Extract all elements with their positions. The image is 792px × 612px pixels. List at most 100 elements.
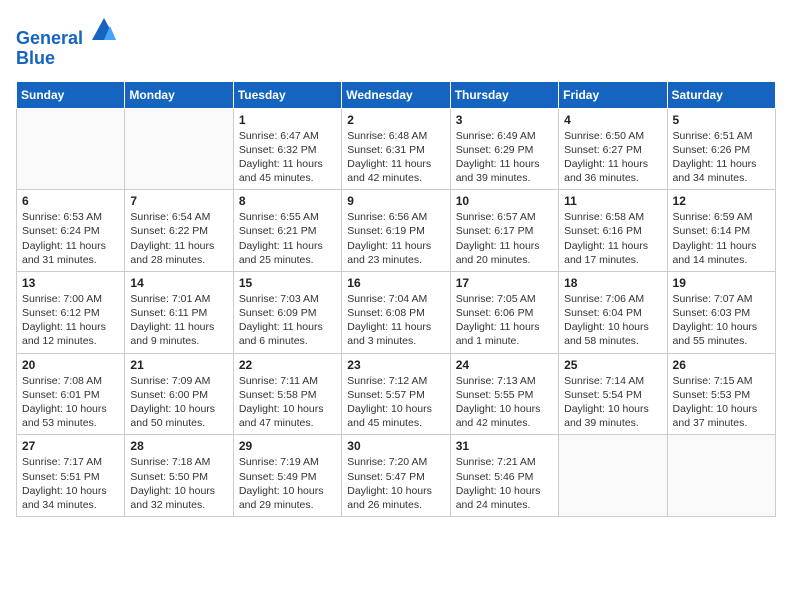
day-info: Sunrise: 6:51 AM Sunset: 6:26 PM Dayligh… bbox=[673, 129, 770, 186]
day-info: Sunrise: 7:21 AM Sunset: 5:46 PM Dayligh… bbox=[456, 455, 553, 512]
day-number: 3 bbox=[456, 113, 553, 127]
calendar-cell: 31 Sunrise: 7:21 AM Sunset: 5:46 PM Dayli… bbox=[450, 435, 558, 517]
day-header-friday: Friday bbox=[559, 81, 667, 108]
day-number: 1 bbox=[239, 113, 336, 127]
day-info: Sunrise: 6:58 AM Sunset: 6:16 PM Dayligh… bbox=[564, 210, 661, 267]
day-number: 23 bbox=[347, 358, 444, 372]
day-info: Sunrise: 7:03 AM Sunset: 6:09 PM Dayligh… bbox=[239, 292, 336, 349]
day-number: 29 bbox=[239, 439, 336, 453]
day-info: Sunrise: 7:08 AM Sunset: 6:01 PM Dayligh… bbox=[22, 374, 119, 431]
day-number: 30 bbox=[347, 439, 444, 453]
calendar-cell: 2 Sunrise: 6:48 AM Sunset: 6:31 PM Daylig… bbox=[342, 108, 450, 190]
day-number: 12 bbox=[673, 194, 770, 208]
day-number: 20 bbox=[22, 358, 119, 372]
calendar-cell: 3 Sunrise: 6:49 AM Sunset: 6:29 PM Daylig… bbox=[450, 108, 558, 190]
day-info: Sunrise: 6:55 AM Sunset: 6:21 PM Dayligh… bbox=[239, 210, 336, 267]
day-info: Sunrise: 6:54 AM Sunset: 6:22 PM Dayligh… bbox=[130, 210, 227, 267]
day-number: 21 bbox=[130, 358, 227, 372]
day-number: 14 bbox=[130, 276, 227, 290]
calendar-cell: 15 Sunrise: 7:03 AM Sunset: 6:09 PM Dayli… bbox=[233, 271, 341, 353]
calendar-cell: 22 Sunrise: 7:11 AM Sunset: 5:58 PM Dayli… bbox=[233, 353, 341, 435]
calendar-cell: 9 Sunrise: 6:56 AM Sunset: 6:19 PM Daylig… bbox=[342, 190, 450, 272]
calendar-table: SundayMondayTuesdayWednesdayThursdayFrid… bbox=[16, 81, 776, 517]
day-header-saturday: Saturday bbox=[667, 81, 775, 108]
calendar-cell: 18 Sunrise: 7:06 AM Sunset: 6:04 PM Dayli… bbox=[559, 271, 667, 353]
day-header-sunday: Sunday bbox=[17, 81, 125, 108]
day-number: 31 bbox=[456, 439, 553, 453]
calendar-cell: 4 Sunrise: 6:50 AM Sunset: 6:27 PM Daylig… bbox=[559, 108, 667, 190]
day-info: Sunrise: 7:19 AM Sunset: 5:49 PM Dayligh… bbox=[239, 455, 336, 512]
day-number: 6 bbox=[22, 194, 119, 208]
day-number: 19 bbox=[673, 276, 770, 290]
day-info: Sunrise: 6:56 AM Sunset: 6:19 PM Dayligh… bbox=[347, 210, 444, 267]
day-number: 22 bbox=[239, 358, 336, 372]
day-info: Sunrise: 7:07 AM Sunset: 6:03 PM Dayligh… bbox=[673, 292, 770, 349]
day-info: Sunrise: 6:49 AM Sunset: 6:29 PM Dayligh… bbox=[456, 129, 553, 186]
day-number: 8 bbox=[239, 194, 336, 208]
calendar-cell: 25 Sunrise: 7:14 AM Sunset: 5:54 PM Dayli… bbox=[559, 353, 667, 435]
day-info: Sunrise: 6:59 AM Sunset: 6:14 PM Dayligh… bbox=[673, 210, 770, 267]
day-info: Sunrise: 6:50 AM Sunset: 6:27 PM Dayligh… bbox=[564, 129, 661, 186]
logo-blue: Blue bbox=[16, 48, 55, 68]
calendar-week-row: 13 Sunrise: 7:00 AM Sunset: 6:12 PM Dayli… bbox=[17, 271, 776, 353]
calendar-week-row: 20 Sunrise: 7:08 AM Sunset: 6:01 PM Dayli… bbox=[17, 353, 776, 435]
day-info: Sunrise: 7:15 AM Sunset: 5:53 PM Dayligh… bbox=[673, 374, 770, 431]
calendar-cell: 23 Sunrise: 7:12 AM Sunset: 5:57 PM Dayli… bbox=[342, 353, 450, 435]
calendar-cell bbox=[17, 108, 125, 190]
calendar-week-row: 27 Sunrise: 7:17 AM Sunset: 5:51 PM Dayli… bbox=[17, 435, 776, 517]
calendar-cell: 24Sunrise: 7:13 AM Sunset: 5:55 PM Dayli… bbox=[450, 353, 558, 435]
day-info: Sunrise: 7:17 AM Sunset: 5:51 PM Dayligh… bbox=[22, 455, 119, 512]
calendar-cell: 26 Sunrise: 7:15 AM Sunset: 5:53 PM Dayli… bbox=[667, 353, 775, 435]
calendar-week-row: 1 Sunrise: 6:47 AM Sunset: 6:32 PM Daylig… bbox=[17, 108, 776, 190]
day-info: Sunrise: 7:13 AM Sunset: 5:55 PM Dayligh… bbox=[456, 374, 553, 431]
day-header-thursday: Thursday bbox=[450, 81, 558, 108]
day-number: 17 bbox=[456, 276, 553, 290]
logo-icon bbox=[90, 16, 118, 44]
day-info: Sunrise: 7:20 AM Sunset: 5:47 PM Dayligh… bbox=[347, 455, 444, 512]
day-info: Sunrise: 7:11 AM Sunset: 5:58 PM Dayligh… bbox=[239, 374, 336, 431]
calendar-cell: 7 Sunrise: 6:54 AM Sunset: 6:22 PM Daylig… bbox=[125, 190, 233, 272]
day-number: 9 bbox=[347, 194, 444, 208]
calendar-cell: 30 Sunrise: 7:20 AM Sunset: 5:47 PM Dayli… bbox=[342, 435, 450, 517]
day-info: Sunrise: 7:05 AM Sunset: 6:06 PM Dayligh… bbox=[456, 292, 553, 349]
day-number: 15 bbox=[239, 276, 336, 290]
day-number: 4 bbox=[564, 113, 661, 127]
day-info: Sunrise: 6:47 AM Sunset: 6:32 PM Dayligh… bbox=[239, 129, 336, 186]
day-info: Sunrise: 6:53 AM Sunset: 6:24 PM Dayligh… bbox=[22, 210, 119, 267]
calendar-cell bbox=[125, 108, 233, 190]
day-info: Sunrise: 7:12 AM Sunset: 5:57 PM Dayligh… bbox=[347, 374, 444, 431]
logo-general: General bbox=[16, 28, 83, 48]
day-info: Sunrise: 6:48 AM Sunset: 6:31 PM Dayligh… bbox=[347, 129, 444, 186]
day-info: Sunrise: 7:18 AM Sunset: 5:50 PM Dayligh… bbox=[130, 455, 227, 512]
calendar-cell: 19 Sunrise: 7:07 AM Sunset: 6:03 PM Dayli… bbox=[667, 271, 775, 353]
day-info: Sunrise: 6:57 AM Sunset: 6:17 PM Dayligh… bbox=[456, 210, 553, 267]
calendar-cell: 17 Sunrise: 7:05 AM Sunset: 6:06 PM Dayli… bbox=[450, 271, 558, 353]
day-number: 5 bbox=[673, 113, 770, 127]
day-number: 18 bbox=[564, 276, 661, 290]
day-number: 25 bbox=[564, 358, 661, 372]
calendar-cell: 13 Sunrise: 7:00 AM Sunset: 6:12 PM Dayli… bbox=[17, 271, 125, 353]
day-number: 28 bbox=[130, 439, 227, 453]
day-number: 2 bbox=[347, 113, 444, 127]
calendar-header-row: SundayMondayTuesdayWednesdayThursdayFrid… bbox=[17, 81, 776, 108]
day-header-monday: Monday bbox=[125, 81, 233, 108]
calendar-cell: 12 Sunrise: 6:59 AM Sunset: 6:14 PM Dayli… bbox=[667, 190, 775, 272]
day-number: 26 bbox=[673, 358, 770, 372]
calendar-cell: 14Sunrise: 7:01 AM Sunset: 6:11 PM Dayli… bbox=[125, 271, 233, 353]
day-number: 7 bbox=[130, 194, 227, 208]
calendar-cell bbox=[559, 435, 667, 517]
day-info: Sunrise: 7:09 AM Sunset: 6:00 PM Dayligh… bbox=[130, 374, 227, 431]
day-info: Sunrise: 7:00 AM Sunset: 6:12 PM Dayligh… bbox=[22, 292, 119, 349]
day-header-wednesday: Wednesday bbox=[342, 81, 450, 108]
calendar-cell: 5 Sunrise: 6:51 AM Sunset: 6:26 PM Daylig… bbox=[667, 108, 775, 190]
day-info: Sunrise: 7:06 AM Sunset: 6:04 PM Dayligh… bbox=[564, 292, 661, 349]
header: General Blue bbox=[16, 16, 776, 69]
calendar-cell: 1 Sunrise: 6:47 AM Sunset: 6:32 PM Daylig… bbox=[233, 108, 341, 190]
calendar-cell: 11Sunrise: 6:58 AM Sunset: 6:16 PM Dayli… bbox=[559, 190, 667, 272]
calendar-cell: 6 Sunrise: 6:53 AM Sunset: 6:24 PM Daylig… bbox=[17, 190, 125, 272]
day-info: Sunrise: 7:14 AM Sunset: 5:54 PM Dayligh… bbox=[564, 374, 661, 431]
day-number: 27 bbox=[22, 439, 119, 453]
day-number: 13 bbox=[22, 276, 119, 290]
day-number: 16 bbox=[347, 276, 444, 290]
logo: General Blue bbox=[16, 16, 118, 69]
